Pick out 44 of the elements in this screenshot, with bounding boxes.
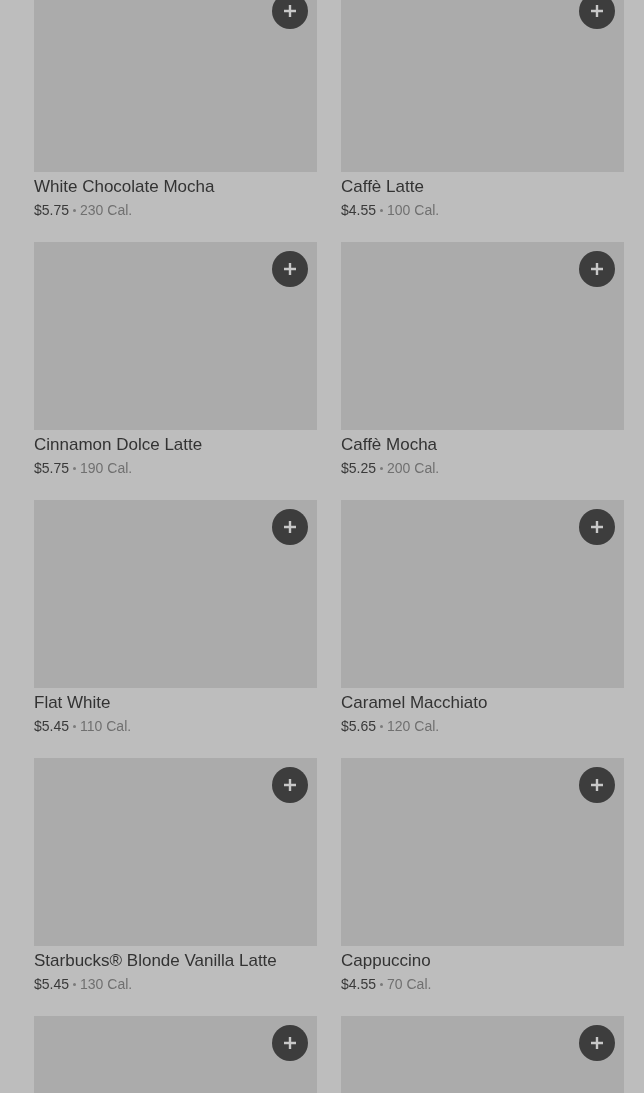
add-button[interactable] [579,0,615,29]
plus-icon [283,262,297,276]
item-price: $5.75 [34,201,70,220]
item-price: $5.75 [34,459,70,478]
item-name[interactable]: Caffè Mocha [341,434,624,456]
item-calories: 110 Cal. [80,717,132,736]
add-button[interactable] [272,0,308,29]
item-calories: 70 Cal. [387,975,432,994]
add-button[interactable] [579,1025,615,1061]
add-button[interactable] [272,509,308,545]
item-calories: 200 Cal. [387,459,440,478]
plus-icon [590,1036,604,1050]
add-button[interactable] [272,767,308,803]
add-button[interactable] [579,509,615,545]
item-price: $5.65 [341,717,377,736]
plus-icon [590,520,604,534]
item-name[interactable]: Caffè Latte [341,176,624,198]
plus-icon [283,1036,297,1050]
item-name[interactable]: Starbucks® Blonde Vanilla Latte [34,950,317,972]
item-calories: 100 Cal. [387,201,440,220]
plus-icon [283,4,297,18]
item-price: $4.55 [341,201,377,220]
plus-icon [590,262,604,276]
item-price: $5.45 [34,975,70,994]
plus-icon [590,778,604,792]
plus-icon [283,778,297,792]
add-button[interactable] [579,251,615,287]
add-button[interactable] [579,767,615,803]
item-price: $4.55 [341,975,377,994]
add-button[interactable] [272,251,308,287]
item-calories: 190 Cal. [80,459,133,478]
item-calories: 230 Cal. [80,201,133,220]
item-price: $5.45 [34,717,70,736]
plus-icon [590,4,604,18]
item-name[interactable]: Cinnamon Dolce Latte [34,434,317,456]
item-calories: 130 Cal. [80,975,133,994]
item-name[interactable]: White Chocolate Mocha [34,176,317,198]
item-calories: 120 Cal. [387,717,440,736]
item-price: $5.25 [341,459,377,478]
item-name[interactable]: Flat White [34,692,317,714]
plus-icon [283,520,297,534]
item-name[interactable]: Caramel Macchiato [341,692,624,714]
add-button[interactable] [272,1025,308,1061]
item-name[interactable]: Cappuccino [341,950,624,972]
